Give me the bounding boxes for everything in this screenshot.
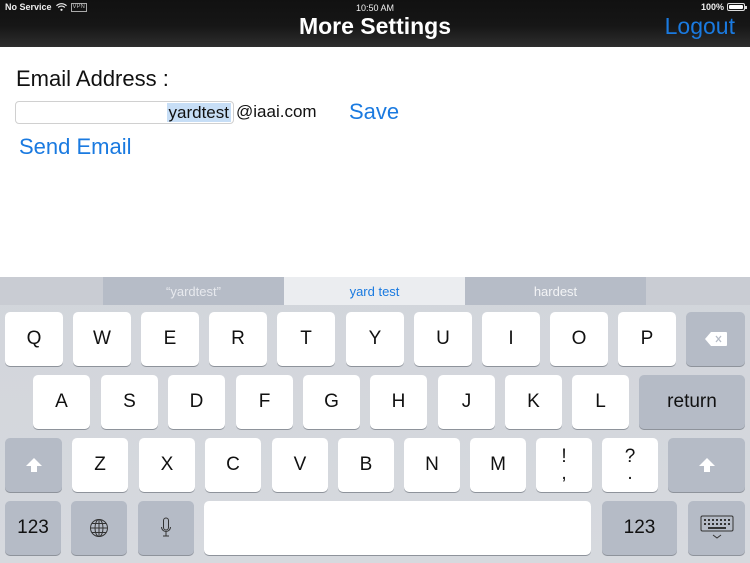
suggestion-pad-right bbox=[646, 277, 750, 305]
key-g[interactable]: G bbox=[303, 375, 360, 429]
status-right: 100% bbox=[700, 2, 747, 12]
key-n[interactable]: N bbox=[404, 438, 460, 492]
suggestion-alternate[interactable]: hardest bbox=[465, 277, 646, 305]
keyboard: “yardtest” yard test hardest QWERTYUIOP A… bbox=[0, 277, 750, 563]
key-x[interactable]: X bbox=[139, 438, 195, 492]
keyboard-hide-icon bbox=[700, 515, 733, 539]
punct-bottom: , bbox=[561, 463, 567, 484]
send-email-button[interactable]: Send Email bbox=[19, 134, 132, 160]
logout-button[interactable]: Logout bbox=[665, 13, 735, 40]
key-v[interactable]: V bbox=[272, 438, 328, 492]
key-y[interactable]: Y bbox=[346, 312, 404, 366]
email-address-label: Email Address : bbox=[16, 66, 169, 91]
shift-icon bbox=[25, 458, 42, 472]
space-key[interactable] bbox=[204, 501, 591, 555]
navigation-bar: No Service VPN 10:50 AM 100% More Settin… bbox=[0, 0, 750, 47]
hide-keyboard-key[interactable] bbox=[688, 501, 745, 555]
battery-percent: 100% bbox=[700, 2, 724, 12]
key-b[interactable]: B bbox=[338, 438, 394, 492]
punct-label: ?. bbox=[625, 447, 636, 484]
key-w[interactable]: W bbox=[73, 312, 131, 366]
shift-right-key[interactable] bbox=[668, 438, 745, 492]
backspace-key[interactable] bbox=[686, 312, 745, 366]
punct-label: !, bbox=[561, 447, 567, 484]
key-r[interactable]: R bbox=[209, 312, 267, 366]
suggestion-primary[interactable]: yard test bbox=[284, 277, 465, 305]
key-f[interactable]: F bbox=[236, 375, 293, 429]
key-z[interactable]: Z bbox=[72, 438, 128, 492]
key-u[interactable]: U bbox=[414, 312, 472, 366]
key-question-period[interactable]: ?. bbox=[602, 438, 658, 492]
key-j[interactable]: J bbox=[438, 375, 495, 429]
shift-left-key[interactable] bbox=[5, 438, 62, 492]
key-p[interactable]: P bbox=[618, 312, 676, 366]
key-i[interactable]: I bbox=[482, 312, 540, 366]
numbers-left-key[interactable]: 123 bbox=[5, 501, 61, 555]
key-t[interactable]: T bbox=[277, 312, 335, 366]
key-o[interactable]: O bbox=[550, 312, 608, 366]
suggestion-bar: “yardtest” yard test hardest bbox=[0, 277, 750, 305]
return-key[interactable]: return bbox=[639, 375, 745, 429]
numbers-right-key[interactable]: 123 bbox=[602, 501, 677, 555]
key-c[interactable]: C bbox=[205, 438, 261, 492]
shift-icon bbox=[698, 458, 715, 472]
email-input[interactable]: yardtest bbox=[15, 101, 234, 124]
punct-bottom: . bbox=[627, 463, 633, 484]
key-h[interactable]: H bbox=[370, 375, 427, 429]
key-a[interactable]: A bbox=[33, 375, 90, 429]
backspace-icon bbox=[704, 332, 727, 346]
save-button[interactable]: Save bbox=[349, 99, 399, 125]
battery-icon bbox=[727, 3, 747, 11]
suggestion-literal[interactable]: “yardtest” bbox=[103, 277, 284, 305]
key-s[interactable]: S bbox=[101, 375, 158, 429]
email-domain-label: @iaai.com bbox=[236, 102, 317, 121]
key-k[interactable]: K bbox=[505, 375, 562, 429]
suggestion-pad-left bbox=[0, 277, 103, 305]
page-title: More Settings bbox=[298, 13, 452, 39]
microphone-key[interactable] bbox=[138, 501, 194, 555]
status-time: 10:50 AM bbox=[355, 3, 395, 13]
microphone-icon bbox=[161, 517, 171, 537]
key-l[interactable]: L bbox=[572, 375, 629, 429]
globe-icon bbox=[90, 519, 108, 537]
key-m[interactable]: M bbox=[470, 438, 526, 492]
key-d[interactable]: D bbox=[168, 375, 225, 429]
email-input-value: yardtest bbox=[166, 103, 231, 122]
globe-key[interactable] bbox=[71, 501, 127, 555]
key-e[interactable]: E bbox=[141, 312, 199, 366]
key-q[interactable]: Q bbox=[5, 312, 63, 366]
key-exclaim-comma[interactable]: !, bbox=[536, 438, 592, 492]
